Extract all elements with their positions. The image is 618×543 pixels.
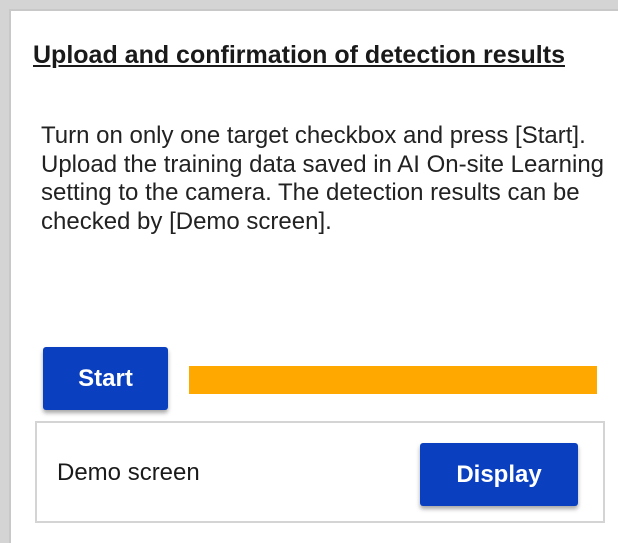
instructions-text: Turn on only one target checkbox and pre… <box>41 122 606 236</box>
start-button[interactable]: Start <box>43 347 168 410</box>
display-button[interactable]: Display <box>420 443 578 506</box>
upload-confirmation-panel: Upload and confirmation of detection res… <box>9 9 618 543</box>
instruction-line: Upload the training data saved in AI On-… <box>41 150 605 235</box>
instruction-line: Turn on only one target checkbox and pre… <box>41 122 586 149</box>
section-title: Upload and confirmation of detection res… <box>33 41 565 69</box>
demo-screen-label: Demo screen <box>57 459 200 486</box>
upload-progress-fill <box>189 366 597 394</box>
demo-screen-box: Demo screen Display <box>35 421 605 523</box>
upload-progress-bar <box>189 366 597 394</box>
